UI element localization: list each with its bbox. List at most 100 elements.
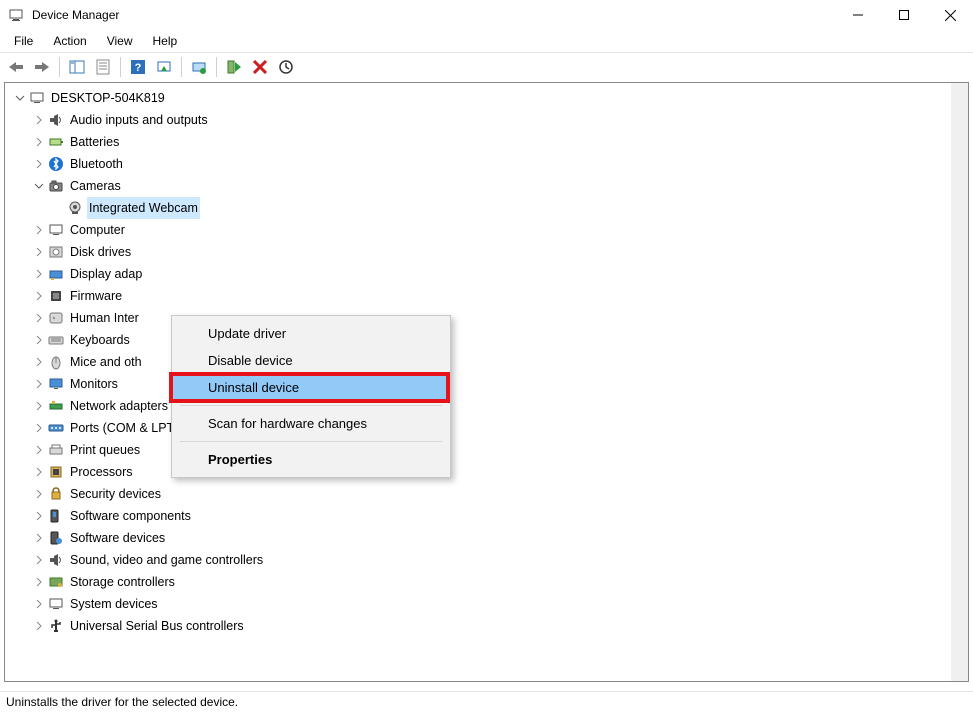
tree-category[interactable]: Security devices [13,483,968,505]
context-properties[interactable]: Properties [172,446,450,473]
menu-help[interactable]: Help [145,32,186,50]
expand-icon[interactable] [32,224,45,237]
back-button[interactable] [4,55,28,79]
tree-category[interactable]: Bluetooth [13,153,968,175]
expand-icon[interactable] [32,246,45,259]
tree-category[interactable]: Print queues [13,439,968,461]
category-icon [48,266,64,282]
tree-category[interactable]: Software components [13,505,968,527]
tree-root-label: DESKTOP-504K819 [49,87,167,109]
window-title: Device Manager [32,8,119,22]
expand-icon[interactable] [32,268,45,281]
category-icon [48,134,64,150]
tree-category[interactable]: Network adapters [13,395,968,417]
collapse-icon[interactable] [13,92,26,105]
menu-file[interactable]: File [6,32,41,50]
category-icon [48,574,64,590]
context-uninstall-device[interactable]: Uninstall device [172,374,450,401]
tree-category[interactable]: Mice and oth [13,351,968,373]
tree-category[interactable]: Human Inter [13,307,968,329]
expand-icon[interactable] [32,114,45,127]
menu-view[interactable]: View [99,32,141,50]
context-scan-hardware[interactable]: Scan for hardware changes [172,410,450,437]
tree-device-integrated-webcam[interactable]: Integrated Webcam [13,197,968,219]
tree-category[interactable]: Display adap [13,263,968,285]
category-label: Computer [68,219,127,241]
category-icon [48,112,64,128]
forward-button[interactable] [30,55,54,79]
tree-category[interactable]: Audio inputs and outputs [13,109,968,131]
tree-root[interactable]: DESKTOP-504K819 [13,87,968,109]
category-icon [48,508,64,524]
help-button[interactable]: ? [126,55,150,79]
context-update-driver[interactable]: Update driver [172,320,450,347]
expand-icon[interactable] [32,554,45,567]
expand-icon[interactable] [32,334,45,347]
category-icon [48,552,64,568]
update-driver-button[interactable] [187,55,211,79]
tree-category[interactable]: Processors [13,461,968,483]
expand-icon[interactable] [32,620,45,633]
expand-icon[interactable] [32,444,45,457]
minimize-button[interactable] [835,0,881,30]
category-icon [48,464,64,480]
category-label: Ports (COM & LPT) [68,417,180,439]
expand-icon[interactable] [32,422,45,435]
expand-icon[interactable] [32,598,45,611]
enable-device-button[interactable] [222,55,246,79]
category-icon [48,178,64,194]
tree-category[interactable]: System devices [13,593,968,615]
category-label: Display adap [68,263,144,285]
expand-icon[interactable] [32,466,45,479]
expand-icon[interactable] [32,356,45,369]
category-icon [48,530,64,546]
collapse-icon[interactable] [32,180,45,193]
tree-category[interactable]: Software devices [13,527,968,549]
disable-device-button[interactable] [274,55,298,79]
tree-category[interactable]: Cameras [13,175,968,197]
category-label: Keyboards [68,329,132,351]
category-label: Audio inputs and outputs [68,109,210,131]
expand-icon[interactable] [32,532,45,545]
category-icon [48,310,64,326]
context-disable-device[interactable]: Disable device [172,347,450,374]
scan-hardware-button[interactable] [152,55,176,79]
tree-category[interactable]: Monitors [13,373,968,395]
category-label: Monitors [68,373,120,395]
tree-category[interactable]: Universal Serial Bus controllers [13,615,968,637]
tree-category[interactable]: Batteries [13,131,968,153]
expand-icon[interactable] [32,290,45,303]
menu-action[interactable]: Action [45,32,94,50]
expand-icon[interactable] [32,312,45,325]
tree-category[interactable]: Disk drives [13,241,968,263]
tree-category[interactable]: Storage controllers [13,571,968,593]
category-label: Firmware [68,285,124,307]
expand-icon[interactable] [32,400,45,413]
tree-category[interactable]: Ports (COM & LPT) [13,417,968,439]
category-label: System devices [68,593,160,615]
uninstall-device-button[interactable] [248,55,272,79]
show-hide-tree-button[interactable] [65,55,89,79]
tree-category[interactable]: Computer [13,219,968,241]
properties-button[interactable] [91,55,115,79]
tree-category[interactable]: Keyboards [13,329,968,351]
expand-icon[interactable] [32,510,45,523]
close-button[interactable] [927,0,973,30]
category-icon [48,486,64,502]
expand-icon[interactable] [32,488,45,501]
tree-category[interactable]: Firmware [13,285,968,307]
expand-icon[interactable] [32,378,45,391]
maximize-button[interactable] [881,0,927,30]
expand-icon[interactable] [32,576,45,589]
category-icon [48,332,64,348]
tree-category[interactable]: Sound, video and game controllers [13,549,968,571]
device-tree[interactable]: DESKTOP-504K819 Audio inputs and outputs… [5,83,968,641]
context-menu: Update driver Disable device Uninstall d… [171,315,451,478]
category-label: Processors [68,461,135,483]
menubar: File Action View Help [0,30,973,52]
context-separator [180,441,442,442]
expand-icon[interactable] [32,136,45,149]
expand-icon[interactable] [32,158,45,171]
webcam-icon [67,200,83,216]
scrollbar[interactable] [951,83,968,681]
